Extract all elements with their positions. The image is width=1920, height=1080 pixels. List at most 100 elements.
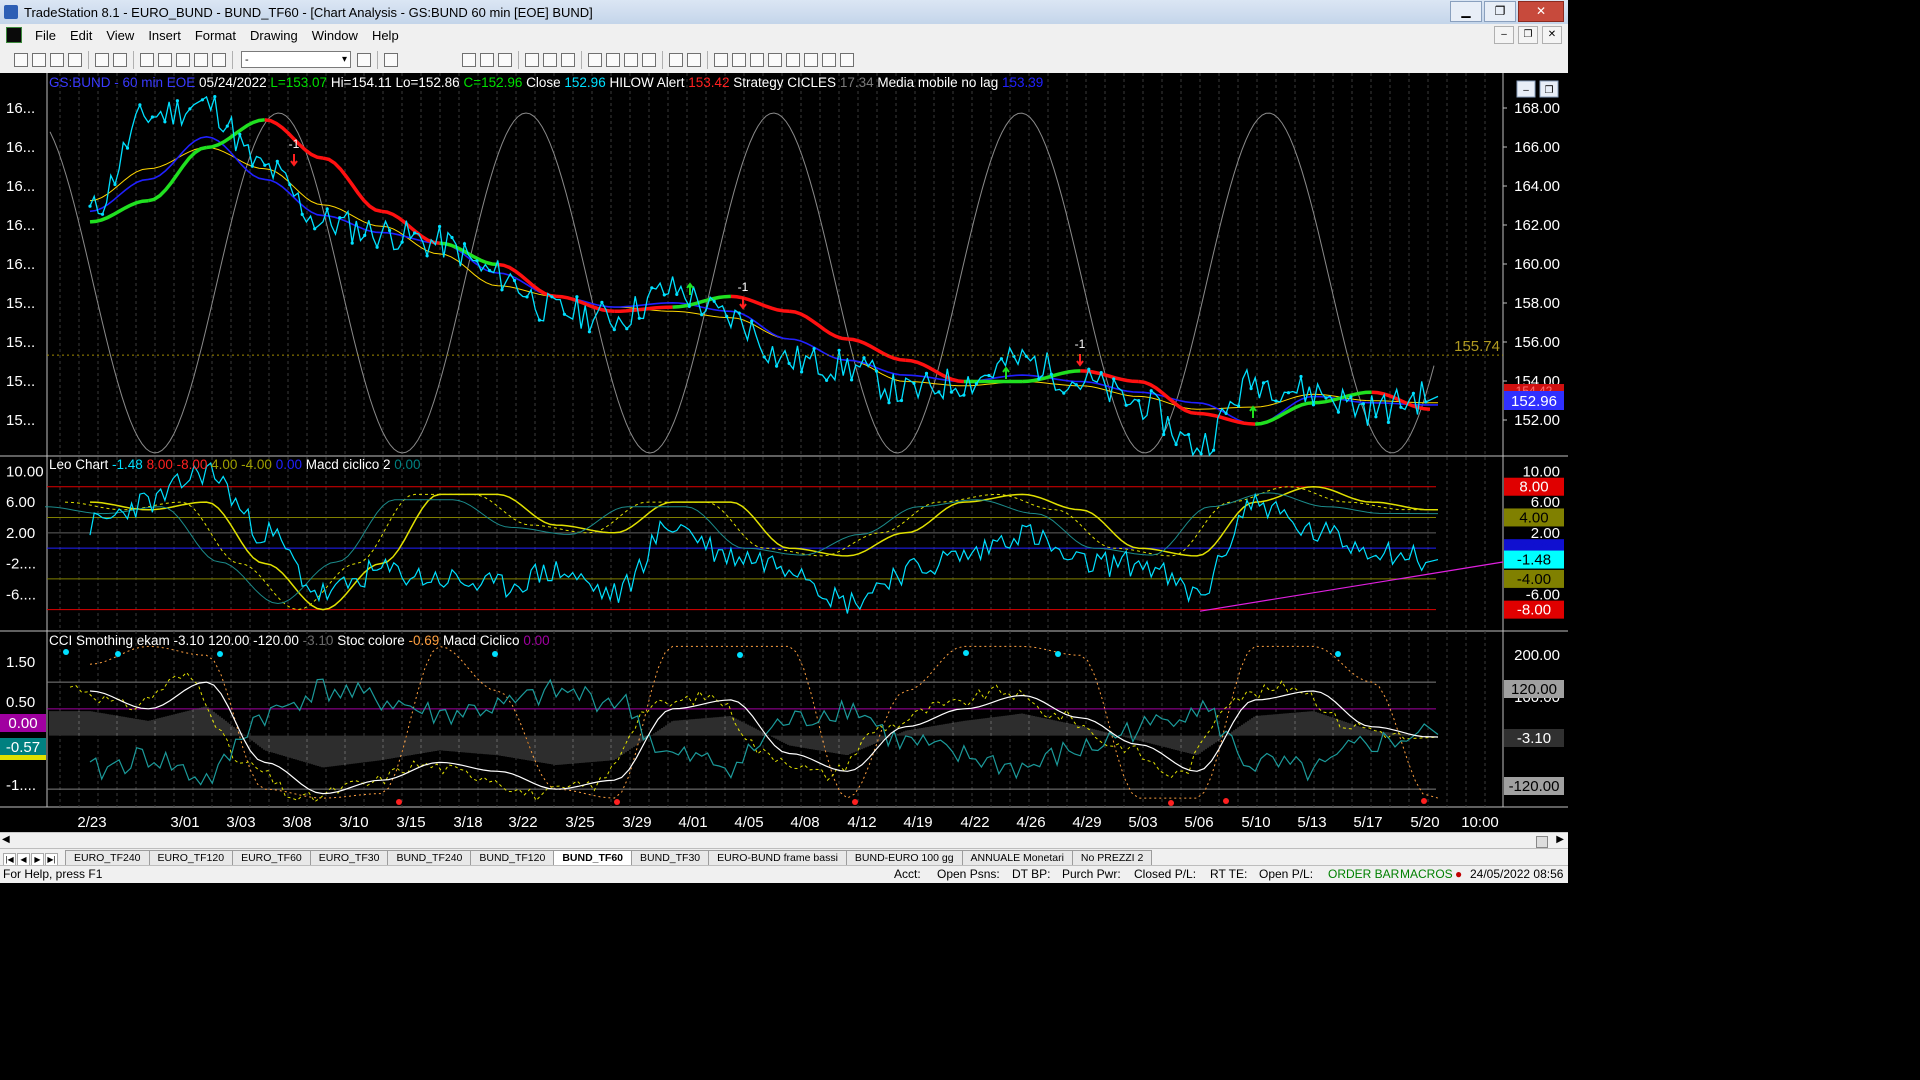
close-price-dot [113, 182, 117, 187]
workspace-tab[interactable]: BUND_TF30 [631, 850, 710, 866]
mdi-restore-button[interactable]: ❐ [1518, 26, 1538, 44]
x-axis-label: 4/08 [790, 814, 819, 831]
price-header-item: 05/24/2022 [195, 75, 266, 90]
copy-icon[interactable] [158, 52, 172, 67]
status-closed-pl: Closed P/L: [1134, 867, 1197, 881]
status-order-bar[interactable]: ORDER BAR [1328, 867, 1399, 881]
close-price-dot [1049, 372, 1053, 376]
close-price-dot [800, 370, 804, 374]
menu-window[interactable]: Window [305, 28, 365, 43]
trendline-icon[interactable] [750, 52, 764, 67]
maximize-button[interactable]: ❐ [1484, 1, 1516, 22]
price-right-tick: 152.00 [1514, 412, 1560, 429]
scroll-left-icon[interactable]: ◀ [2, 834, 10, 845]
close-price-dot [275, 159, 279, 163]
new-icon[interactable] [14, 52, 28, 67]
menu-view[interactable]: View [99, 28, 141, 43]
volume-icon[interactable] [642, 52, 656, 67]
symbol-combo[interactable]: - [241, 51, 351, 68]
close-price-dot [475, 259, 479, 263]
close-price-dot [263, 163, 267, 167]
fibonacci-icon[interactable] [786, 52, 800, 67]
stoc-peak-dot [115, 651, 121, 657]
pointer-icon[interactable] [714, 52, 728, 67]
close-price-dot [500, 288, 504, 292]
ellipse-icon[interactable] [822, 52, 836, 67]
candle-icon[interactable] [624, 52, 638, 67]
menu-insert[interactable]: Insert [141, 28, 188, 43]
close-price-dot [1274, 399, 1278, 403]
close-price-dot [375, 245, 379, 249]
close-price-dot [1099, 371, 1103, 375]
menu-file[interactable]: File [28, 28, 63, 43]
price-left-tick: 15... [6, 334, 35, 351]
x-axis-label: 4/12 [847, 814, 876, 831]
workspace-tab[interactable]: BUND-EURO 100 gg [845, 850, 963, 866]
workspace-tab[interactable]: No PREZZI 2 [1071, 850, 1153, 866]
color-icon[interactable] [212, 52, 226, 67]
zoom-in-icon[interactable] [669, 52, 683, 67]
workspace-tab[interactable]: EURO-BUND frame bassi [708, 850, 847, 866]
bar-chart-icon[interactable] [588, 52, 602, 67]
close-price-dot [1137, 399, 1141, 403]
workspace-tab[interactable]: BUND_TF60 [553, 850, 633, 866]
price-left-tick: 16... [6, 256, 35, 273]
menu-edit[interactable]: Edit [63, 28, 99, 43]
close-price-dot [525, 295, 529, 299]
text-icon[interactable] [804, 52, 818, 67]
minimize-button[interactable]: ▁ [1450, 1, 1482, 22]
strategy-marker: -1 [289, 137, 300, 151]
scroll-right-icon[interactable]: ▶ [1556, 834, 1564, 845]
workspace-tab[interactable]: EURO_TF240 [65, 850, 150, 866]
settings-icon[interactable] [194, 52, 208, 67]
format-icon[interactable] [543, 52, 557, 67]
easylanguage-icon[interactable] [525, 52, 539, 67]
save-icon[interactable] [68, 52, 82, 67]
mdi-close-button[interactable]: ✕ [1542, 26, 1562, 44]
chart-analysis-icon[interactable] [462, 52, 476, 67]
chart-window-icon[interactable] [6, 27, 22, 43]
print-icon[interactable] [113, 52, 127, 67]
new-workspace-icon[interactable] [50, 52, 64, 67]
workspace-tab[interactable]: BUND_TF240 [387, 850, 472, 866]
scroll-thumb[interactable] [1536, 836, 1548, 848]
mdi-minimize-button[interactable]: ‒ [1494, 26, 1514, 44]
workspace-tab[interactable]: ANNUALE Monetari [961, 850, 1073, 866]
crosshair-icon[interactable] [732, 52, 746, 67]
chart-analysis[interactable]: 155.74 -1 -1 -1 GS:BUND - 60 min EOE 05/24/2… [0, 73, 1568, 832]
search-icon[interactable] [384, 52, 398, 67]
menu-format[interactable]: Format [188, 28, 243, 43]
close-price-dot [188, 107, 192, 111]
cci-header-item: 0.00 [520, 633, 550, 648]
lock-icon[interactable] [176, 52, 190, 67]
chart-horizontal-scrollbar[interactable]: ◀ ▶ [0, 832, 1568, 849]
price-panel-header: GS:BUND - 60 min EOE 05/24/2022 L=153.07… [49, 75, 1043, 90]
close-price-dot [1249, 386, 1253, 391]
open-icon[interactable] [32, 52, 46, 67]
x-axis-label: 3/29 [622, 814, 651, 831]
matrix-icon[interactable] [498, 52, 512, 67]
line-chart-icon[interactable] [606, 52, 620, 67]
workspace-tab[interactable]: EURO_TF30 [309, 850, 389, 866]
menu-help[interactable]: Help [365, 28, 406, 43]
menu-drawing[interactable]: Drawing [243, 28, 305, 43]
workspace-tab[interactable]: EURO_TF120 [148, 850, 234, 866]
workspace-tab[interactable]: EURO_TF60 [232, 850, 311, 866]
horizontal-line-icon[interactable] [768, 52, 782, 67]
radar-screen-icon[interactable] [480, 52, 494, 67]
x-axis-label: 2/23 [77, 814, 106, 831]
cut-icon[interactable] [140, 52, 154, 67]
status-macros[interactable]: MACROS [1400, 867, 1453, 881]
close-price-dot [350, 241, 354, 245]
x-axis-label: 4/22 [960, 814, 989, 831]
play-icon[interactable] [357, 52, 371, 67]
rectangle-icon[interactable] [840, 52, 854, 67]
close-button[interactable]: ✕ [1518, 1, 1564, 22]
status-open-psns: Open Psns: [937, 867, 1000, 881]
workspace-tab[interactable]: BUND_TF120 [470, 850, 555, 866]
stoc-peak-dot [1335, 651, 1341, 657]
x-axis-label: 5/06 [1184, 814, 1213, 831]
indicator-icon[interactable] [561, 52, 575, 67]
print-preview-icon[interactable] [95, 52, 109, 67]
zoom-out-icon[interactable] [687, 52, 701, 67]
